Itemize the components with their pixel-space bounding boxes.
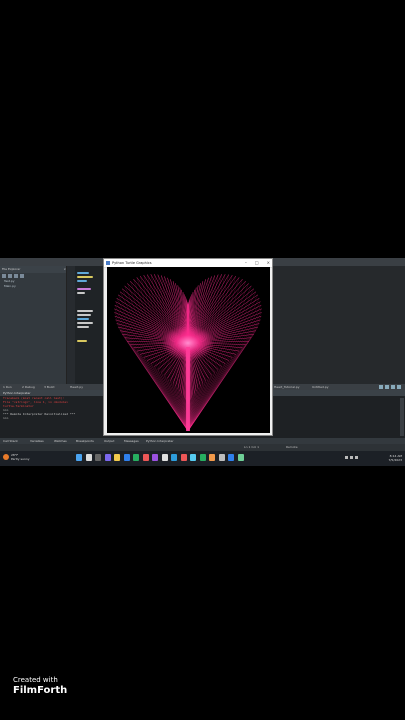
turtle-window-title: Python Turtle Graphics: [112, 261, 152, 265]
code-line: [77, 340, 87, 342]
collapse-icon[interactable]: [20, 274, 24, 278]
tree-item[interactable]: Main.py: [0, 284, 66, 289]
windows-taskbar: 28°F Partly sunny 8:14 AM 7/5/2023: [0, 451, 405, 466]
system-tray: [345, 456, 358, 459]
window-controls: – □ ×: [245, 259, 270, 267]
mail-icon[interactable]: [190, 454, 196, 461]
heart-drawing: [114, 274, 262, 432]
weather-desc: Partly sunny: [11, 457, 30, 461]
wifi-icon[interactable]: [350, 456, 353, 459]
youtube-icon[interactable]: [180, 454, 187, 461]
volume-icon[interactable]: [355, 456, 358, 459]
watermark-line2: FilmForth: [13, 685, 68, 696]
whatsapp-icon[interactable]: [133, 454, 139, 461]
project-panel-title: File Explorer: [2, 267, 21, 271]
status-bar: Ln 1 Col 1 Remote: [0, 444, 405, 451]
windows-start-icon[interactable]: [76, 454, 82, 461]
status-mode: Remote: [286, 445, 298, 449]
close-icon[interactable]: ×: [267, 259, 270, 267]
console-scrollbar[interactable]: [400, 398, 404, 436]
stop-icon[interactable]: [385, 385, 389, 389]
clock[interactable]: 8:14 AM 7/5/2023: [389, 454, 402, 462]
task-view-icon[interactable]: [95, 454, 101, 461]
filmforth-watermark: Created with FilmForth: [13, 676, 67, 697]
excel-icon[interactable]: [199, 454, 206, 461]
turtle-canvas: [107, 267, 270, 433]
filter-icon[interactable]: [14, 274, 18, 278]
weather-icon: [3, 454, 9, 460]
code-line: [77, 272, 89, 274]
code-line: [77, 310, 93, 312]
file-explorer-icon[interactable]: [114, 454, 120, 461]
store-icon[interactable]: [171, 454, 177, 461]
project-panel-header: File Explorer ×: [0, 266, 66, 273]
line-gutter: [67, 266, 75, 384]
search-icon[interactable]: [85, 454, 92, 461]
taskbar-apps: [76, 454, 244, 461]
teams-icon[interactable]: [152, 454, 158, 461]
status-position: Ln 1 Col 1: [244, 445, 260, 449]
clock-date: 7/5/2023: [388, 458, 402, 462]
code-line: [77, 322, 93, 324]
code-line: [77, 318, 89, 320]
edge-icon[interactable]: [123, 454, 130, 461]
code-line: [77, 280, 87, 282]
project-panel: File Explorer × Test.py Main.py: [0, 266, 67, 384]
app-icon[interactable]: [161, 454, 168, 461]
widgets-icon[interactable]: [104, 454, 111, 461]
code-line: [77, 326, 89, 328]
heart-line: [187, 354, 236, 432]
run-icon[interactable]: [379, 385, 383, 389]
refresh-icon[interactable]: [8, 274, 12, 278]
code-line: [77, 314, 91, 316]
python-icon[interactable]: [218, 454, 225, 461]
weather-widget[interactable]: 28°F Partly sunny: [3, 453, 30, 461]
powerpoint-icon[interactable]: [209, 454, 215, 461]
watermark-line1: Created with: [13, 676, 58, 684]
code-line: [77, 288, 91, 290]
tabbar-icons: [379, 385, 401, 389]
chrome-icon[interactable]: [142, 454, 149, 461]
chevron-up-icon[interactable]: [345, 456, 348, 459]
close-icon[interactable]: ×: [63, 266, 66, 273]
minimize-icon[interactable]: –: [245, 259, 247, 267]
word-icon[interactable]: [228, 454, 234, 461]
code-line: [77, 276, 93, 278]
settings-icon[interactable]: [397, 385, 401, 389]
heart-line: [187, 357, 233, 432]
debug-icon[interactable]: [391, 385, 395, 389]
code-editor[interactable]: [67, 266, 103, 384]
heart-stem: [186, 347, 190, 431]
turtle-window[interactable]: Python Turtle Graphics – □ ×: [103, 258, 273, 436]
ide-icon[interactable]: [237, 454, 244, 461]
code-line: [77, 292, 85, 294]
editor-right-area: [272, 266, 405, 384]
maximize-icon[interactable]: □: [255, 259, 259, 267]
turtle-app-icon: [106, 261, 110, 265]
folder-icon[interactable]: [2, 274, 6, 278]
